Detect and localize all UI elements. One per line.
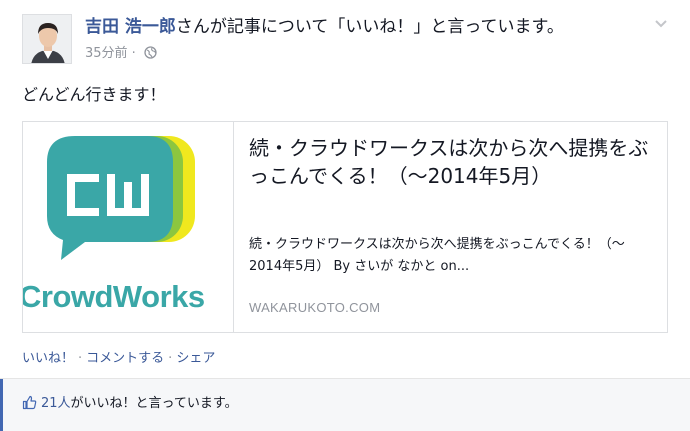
attachment-description: 続・クラウドワークスは次から次へ提携をぶっこんでくる！（〜2014年5月） By…	[249, 237, 625, 274]
link-thumbnail[interactable]: CrowdWorks	[23, 122, 234, 332]
shared-link-attachment[interactable]: CrowdWorks 続・クラウドワークスは次から次へ提携をぶっこんでくる！（〜…	[22, 121, 668, 333]
attachment-source: WAKARUKOTO.COM	[249, 300, 381, 315]
feed-story: 吉田 浩一郎さんが記事について「いいね！」と言っています。 35分前 · どんど…	[0, 0, 690, 431]
action-separator: ·	[168, 351, 173, 366]
story-actions: いいね！ · コメントする · シェア	[22, 347, 215, 366]
story-meta: 35分前 ·	[85, 42, 157, 63]
likes-accent-bar	[0, 379, 3, 431]
story-message: どんどん行きます！	[22, 85, 166, 104]
story-action-text: さんが記事について「いいね！」と言っています。	[175, 17, 564, 37]
likes-suffix: がいいね！と言っています。	[70, 396, 238, 411]
thumbs-up-icon	[22, 395, 37, 414]
attachment-title[interactable]: 続・クラウドワークスは次から次へ提携をぶっこんでくる！（〜2014年5月）	[249, 134, 659, 190]
crowdworks-wordmark: CrowdWorks	[23, 279, 205, 314]
story-header: 吉田 浩一郎さんが記事について「いいね！」と言っています。 35分前 ·	[22, 14, 650, 64]
likes-count-link[interactable]: 21人	[41, 396, 71, 411]
chevron-down-icon[interactable]	[654, 16, 668, 30]
share-link[interactable]: シェア	[176, 351, 215, 366]
avatar[interactable]	[22, 14, 72, 64]
globe-icon	[144, 46, 157, 63]
action-separator: ·	[78, 351, 83, 366]
comment-link[interactable]: コメントする	[86, 351, 164, 366]
likes-summary: 21人がいいね！と言っています。	[0, 378, 690, 431]
likes-line: 21人がいいね！と言っています。	[22, 392, 238, 414]
like-link[interactable]: いいね！	[22, 351, 74, 366]
meta-separator: ·	[127, 46, 140, 61]
actor-name-link[interactable]: 吉田 浩一郎	[85, 17, 176, 37]
timestamp-link[interactable]: 35分前	[85, 46, 128, 61]
story-headline: 吉田 浩一郎さんが記事について「いいね！」と言っています。	[85, 16, 564, 38]
